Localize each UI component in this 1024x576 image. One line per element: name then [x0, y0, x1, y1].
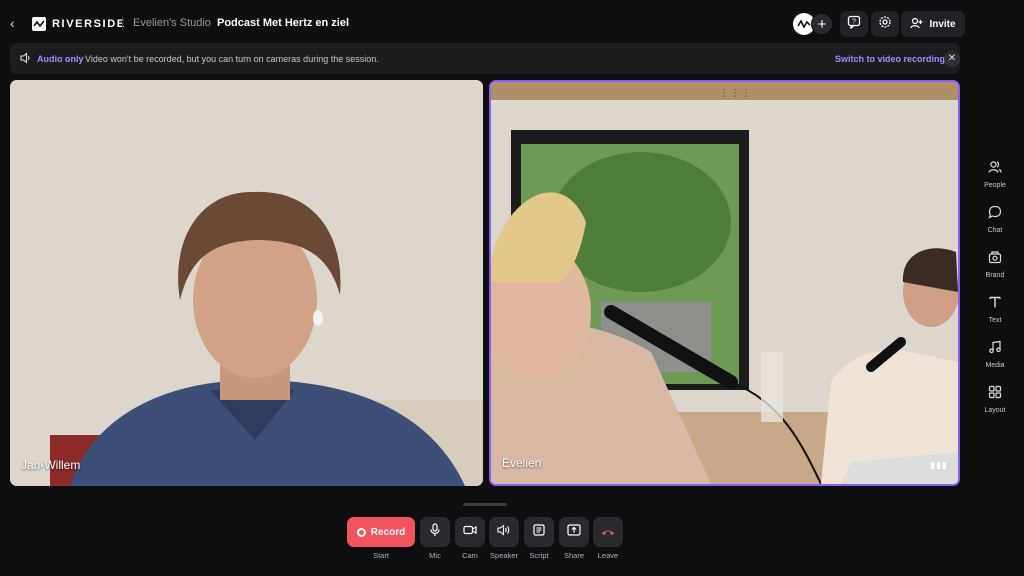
close-banner-icon[interactable]: ✕: [944, 51, 960, 67]
invite-button[interactable]: Invite: [901, 11, 965, 37]
brand-name: RIVERSIDE: [52, 18, 126, 30]
back-arrow-icon[interactable]: ‹: [10, 15, 24, 31]
share-screen-icon: [567, 523, 581, 541]
participant-2-video: [491, 82, 958, 484]
people-icon: [988, 160, 1002, 179]
speaker-label: Speaker: [490, 551, 518, 560]
studio-name[interactable]: Evelien's Studio: [133, 17, 211, 29]
layout-icon: [988, 385, 1002, 404]
audio-level-icon: ▮▮▮: [930, 460, 948, 470]
audio-only-banner: Audio only Video won't be recorded, but …: [10, 43, 960, 74]
banner-message: Video won't be recorded, but you can tur…: [85, 54, 379, 64]
add-user-icon: [910, 17, 923, 32]
share-button[interactable]: [559, 517, 589, 547]
gear-icon: [878, 15, 892, 34]
sidebar-item-layout[interactable]: Layout: [976, 385, 1014, 430]
leave-control: Leave: [593, 517, 623, 560]
cam-label: Cam: [462, 551, 478, 560]
leave-button[interactable]: [593, 517, 623, 547]
sidebar-item-chat[interactable]: Chat: [976, 205, 1014, 250]
script-label: Script: [529, 551, 549, 560]
start-label: Start: [373, 551, 389, 560]
script-control: Script: [524, 517, 554, 560]
riverside-logo-icon: [32, 17, 46, 31]
record-control: Record Start: [347, 517, 415, 560]
participant-name: Jan-Willem: [21, 458, 81, 472]
recording-mode: Audio only: [37, 54, 84, 64]
camera-icon: [463, 523, 477, 541]
sidebar-item-text[interactable]: Text: [976, 295, 1014, 340]
session-title[interactable]: Podcast Met Hertz en ziel: [217, 17, 349, 29]
text-icon: [988, 295, 1002, 314]
sidebar-item-label: Text: [988, 317, 1002, 324]
hang-up-icon: [601, 523, 615, 541]
riverside-logo: RIVERSIDE: [32, 17, 126, 31]
participant-name: Evelien: [502, 456, 542, 470]
record-button[interactable]: Record: [347, 517, 415, 547]
sidebar-item-label: People: [984, 182, 1006, 189]
sidebar-item-label: Brand: [985, 272, 1005, 279]
brand-icon: [988, 250, 1002, 269]
participant-1-video: [10, 80, 483, 486]
mic-label: Mic: [429, 551, 441, 560]
divider: [122, 16, 123, 30]
right-sidebar: People Chat Brand Text Media Layout: [976, 160, 1014, 430]
media-icon: [988, 340, 1002, 359]
feedback-button[interactable]: ?: [840, 11, 868, 37]
video-tile-participant-1[interactable]: Jan-Willem: [10, 80, 483, 486]
cam-button[interactable]: [455, 517, 485, 547]
video-tile-participant-2[interactable]: ⋮⋮⋮ Evelien ▮▮▮: [489, 80, 960, 486]
speaker-control: Speaker: [489, 517, 519, 560]
script-icon: [533, 523, 545, 541]
settings-button[interactable]: [871, 11, 899, 37]
speaker-icon: [20, 52, 32, 66]
speaker-icon: [497, 523, 511, 541]
record-icon: [356, 527, 366, 537]
add-participant-button[interactable]: +: [811, 13, 833, 35]
invite-label: Invite: [929, 18, 956, 30]
record-label: Record: [370, 526, 406, 538]
microphone-icon: [429, 522, 441, 542]
leave-label: Leave: [597, 551, 619, 560]
share-label: Share: [563, 551, 584, 560]
top-bar: ‹ RIVERSIDE Evelien's Studio Podcast Met…: [0, 0, 1024, 46]
cam-control: Cam: [455, 517, 485, 560]
sidebar-item-label: Media: [985, 362, 1005, 369]
script-button[interactable]: [524, 517, 554, 547]
sidebar-item-label: Layout: [984, 407, 1006, 414]
feedback-icon: ?: [847, 15, 861, 34]
mic-button[interactable]: [420, 517, 450, 547]
svg-text:?: ?: [852, 18, 856, 25]
sidebar-item-label: Chat: [987, 227, 1003, 234]
panel-resize-handle[interactable]: [463, 503, 507, 506]
sidebar-item-media[interactable]: Media: [976, 340, 1014, 385]
drag-handle-icon[interactable]: ⋮⋮⋮: [719, 88, 752, 99]
speaker-button[interactable]: [489, 517, 519, 547]
share-control: Share: [559, 517, 589, 560]
sidebar-item-brand[interactable]: Brand: [976, 250, 1014, 295]
sidebar-item-people[interactable]: People: [976, 160, 1014, 205]
chat-icon: [988, 205, 1002, 224]
switch-to-video-link[interactable]: Switch to video recording: [835, 54, 945, 64]
mic-control: Mic: [420, 517, 450, 560]
